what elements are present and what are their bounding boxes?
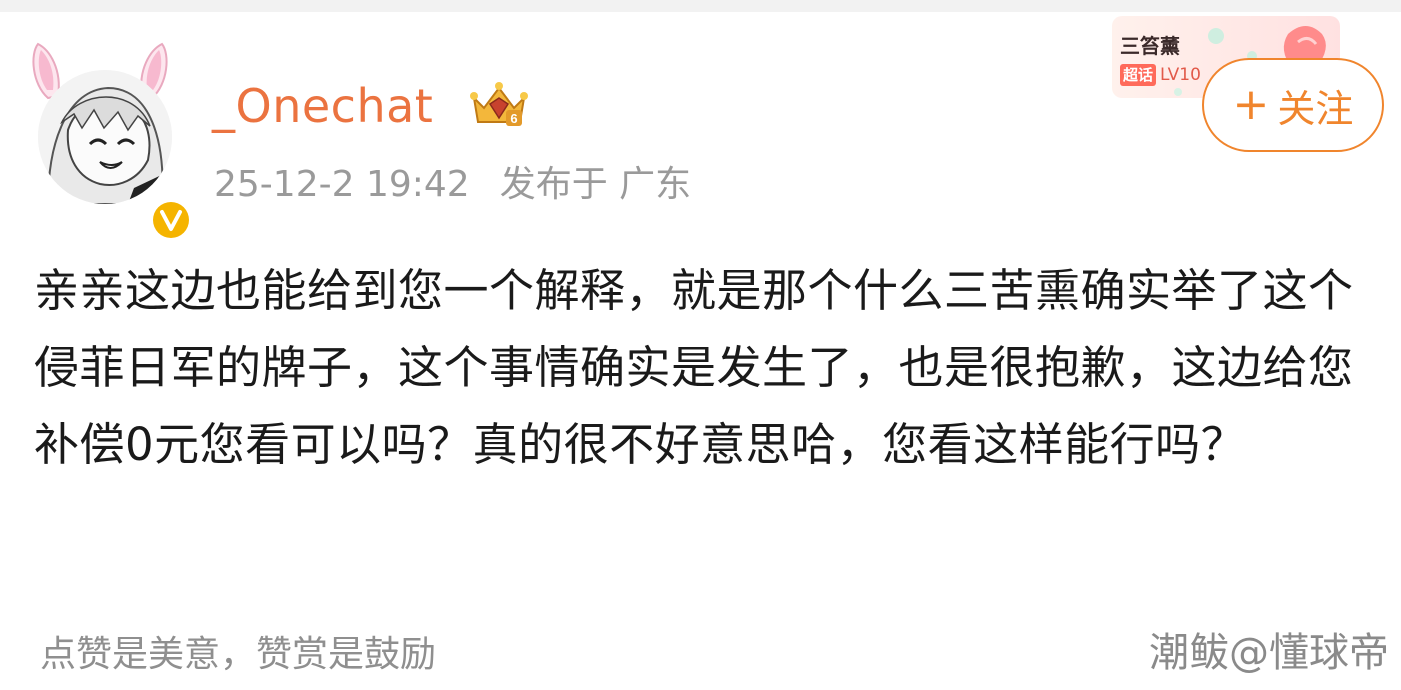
weibo-post-screen: _Onechat 6 25-12-2 19:42 发布于 广东 三笞薰 超话 LV… bbox=[0, 0, 1401, 690]
plus-icon: + bbox=[1232, 79, 1270, 130]
supertopic-chip: 超话 bbox=[1120, 64, 1157, 86]
crown-level: 6 bbox=[510, 111, 517, 126]
verified-v-icon bbox=[150, 199, 192, 241]
source-watermark: 潮鲅@懂球帝 bbox=[1149, 630, 1389, 676]
post-meta: 25-12-2 19:42 发布于 广东 bbox=[214, 162, 691, 208]
post-content: 亲亲这边也能给到您一个解释，就是那个什么三苦熏确实举了这个侵菲日军的牌子，这个事… bbox=[34, 264, 1354, 471]
author-username[interactable]: _Onechat bbox=[212, 78, 433, 134]
avatar[interactable] bbox=[38, 70, 172, 204]
avatar-illustration bbox=[38, 70, 172, 204]
post-timestamp: 25-12-2 19:42 bbox=[214, 164, 470, 205]
author-avatar-block[interactable] bbox=[24, 40, 192, 241]
post-location: 发布于 广东 bbox=[499, 164, 692, 205]
supertopic-level: LV10 bbox=[1160, 65, 1201, 85]
reward-prompt: 点赞是美意，赞赏是鼓励 bbox=[40, 634, 437, 675]
supertopic-tag: 超话 LV10 bbox=[1120, 64, 1201, 86]
follow-button-label: 关注 bbox=[1277, 86, 1354, 131]
top-divider bbox=[0, 0, 1401, 12]
follow-button[interactable]: + 关注 bbox=[1202, 58, 1384, 152]
supertopic-name[interactable]: 三笞薰 bbox=[1120, 34, 1180, 58]
crown-badge-icon: 6 bbox=[470, 82, 528, 126]
